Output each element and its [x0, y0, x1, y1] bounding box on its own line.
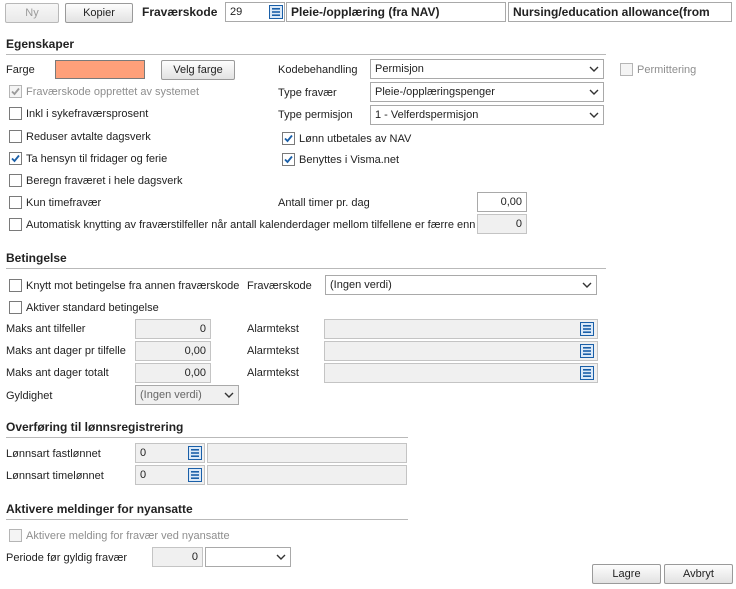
lookup-list-icon[interactable] — [580, 322, 594, 336]
section-payroll: Overføring til lønnsregistrering — [6, 420, 408, 438]
alarm-input-2[interactable] — [324, 341, 598, 361]
alarm-label-1: Alarmtekst — [247, 323, 299, 335]
chevron-down-icon — [582, 282, 592, 288]
validity-value: (Ingen verdi) — [140, 389, 202, 401]
chevron-down-icon — [224, 392, 234, 398]
leave-type-label: Type permisjon — [278, 109, 353, 121]
copy-button[interactable]: Kopier — [65, 3, 133, 23]
visma-checkbox[interactable] — [282, 153, 295, 166]
whole-day-label: Beregn fraværet i hele dagsverk — [26, 175, 183, 187]
absence-type-label: Type fravær — [278, 87, 337, 99]
check-icon — [284, 134, 293, 143]
section-properties: Egenskaper — [6, 37, 606, 55]
code-label: Fraværskode — [142, 5, 218, 19]
lookup-list-icon[interactable] — [580, 344, 594, 358]
fixed-pay-label: Lønnsart fastlønnet — [6, 448, 101, 460]
section-newhire: Aktivere meldinger for nyansatte — [6, 502, 408, 520]
system-created-label: Fraværskode opprettet av systemet — [26, 86, 200, 98]
absence-type-value: Pleie-/opplæringspenger — [375, 86, 495, 98]
hours-per-day-label: Antall timer pr. dag — [278, 197, 370, 209]
max-days-total-input[interactable]: 0,00 — [135, 363, 211, 383]
check-icon — [284, 155, 293, 164]
nav-pay-checkbox[interactable] — [282, 132, 295, 145]
permittering-checkbox[interactable] — [620, 63, 633, 76]
chevron-down-icon — [589, 112, 599, 118]
section-conditions: Betingelse — [6, 251, 606, 269]
condition-code-value: (Ingen verdi) — [330, 279, 392, 291]
hourly-pay-label: Lønnsart timelønnet — [6, 470, 104, 482]
lookup-list-icon[interactable] — [269, 5, 283, 19]
validity-select[interactable]: (Ingen verdi) — [135, 385, 239, 405]
permittering-label: Permittering — [637, 64, 697, 76]
newhire-activate-checkbox[interactable] — [9, 529, 22, 542]
check-icon — [11, 154, 20, 163]
leave-type-value: 1 - Velferdspermisjon — [375, 109, 479, 121]
lookup-list-icon[interactable] — [188, 446, 202, 460]
alarm-input-3[interactable] — [324, 363, 598, 383]
link-condition-checkbox[interactable] — [9, 279, 22, 292]
name-en-input[interactable]: Nursing/education allowance(from — [508, 2, 732, 22]
code-handling-value: Permisjon — [375, 63, 424, 75]
alarm-label-3: Alarmtekst — [247, 367, 299, 379]
incl-sick-checkbox[interactable] — [9, 107, 22, 120]
alarm-input-1[interactable] — [324, 319, 598, 339]
auto-link-label: Automatisk knytting av fraværstilfeller … — [26, 219, 476, 231]
chevron-down-icon — [276, 554, 286, 560]
alarm-label-2: Alarmtekst — [247, 345, 299, 357]
whole-day-checkbox[interactable] — [9, 174, 22, 187]
chevron-down-icon — [589, 66, 599, 72]
period-input[interactable]: 0 — [152, 547, 203, 567]
save-button[interactable]: Lagre — [592, 564, 661, 584]
newhire-activate-label: Aktivere melding for fravær ved nyansatt… — [26, 530, 230, 542]
hourly-only-label: Kun timefravær — [26, 197, 102, 209]
holidays-label: Ta hensyn til fridager og ferie — [26, 153, 168, 165]
condition-code-label: Fraværskode — [247, 280, 312, 292]
nav-pay-label: Lønn utbetales av NAV — [299, 133, 412, 145]
visma-label: Benyttes i Visma.net — [299, 154, 400, 166]
link-condition-label: Knytt mot betingelse fra annen fraværsko… — [26, 280, 240, 292]
incl-sick-label: Inkl i sykefraværsprosent — [26, 108, 149, 120]
new-button[interactable]: Ny — [5, 3, 59, 23]
name-no-input[interactable]: Pleie-/opplæring (fra NAV) — [286, 2, 506, 22]
holidays-checkbox[interactable] — [9, 152, 22, 165]
period-unit-select[interactable] — [205, 547, 291, 567]
hourly-pay-name — [207, 465, 407, 485]
max-days-case-label: Maks ant dager pr tilfelle — [6, 345, 126, 357]
period-label: Periode før gyldig fravær — [6, 552, 128, 564]
max-days-total-label: Maks ant dager totalt — [6, 367, 109, 379]
max-cases-label: Maks ant tilfeller — [6, 323, 86, 335]
color-swatch — [55, 60, 145, 79]
validity-label: Gyldighet — [6, 390, 53, 402]
system-created-checkbox[interactable] — [9, 85, 22, 98]
condition-code-select[interactable]: (Ingen verdi) — [325, 275, 597, 295]
auto-link-input[interactable]: 0 — [477, 214, 527, 234]
absence-type-select[interactable]: Pleie-/opplæringspenger — [370, 82, 604, 102]
reduce-checkbox[interactable] — [9, 130, 22, 143]
max-cases-input[interactable]: 0 — [135, 319, 211, 339]
cancel-button[interactable]: Avbryt — [664, 564, 733, 584]
chevron-down-icon — [589, 89, 599, 95]
code-value: 29 — [230, 6, 243, 18]
activate-std-label: Aktiver standard betingelse — [26, 302, 159, 314]
fixed-pay-name — [207, 443, 407, 463]
max-days-case-input[interactable]: 0,00 — [135, 341, 211, 361]
hours-per-day-input[interactable]: 0,00 — [477, 192, 527, 212]
auto-link-checkbox[interactable] — [9, 218, 22, 231]
code-handling-select[interactable]: Permisjon — [370, 59, 604, 79]
leave-type-select[interactable]: 1 - Velferdspermisjon — [370, 105, 604, 125]
reduce-label: Reduser avtalte dagsverk — [26, 131, 151, 143]
hourly-only-checkbox[interactable] — [9, 196, 22, 209]
code-handling-label: Kodebehandling — [278, 64, 358, 76]
activate-std-checkbox[interactable] — [9, 301, 22, 314]
check-icon — [11, 87, 20, 96]
lookup-list-icon[interactable] — [580, 366, 594, 380]
choose-color-button[interactable]: Velg farge — [161, 60, 235, 80]
color-label: Farge — [6, 64, 35, 76]
lookup-list-icon[interactable] — [188, 468, 202, 482]
